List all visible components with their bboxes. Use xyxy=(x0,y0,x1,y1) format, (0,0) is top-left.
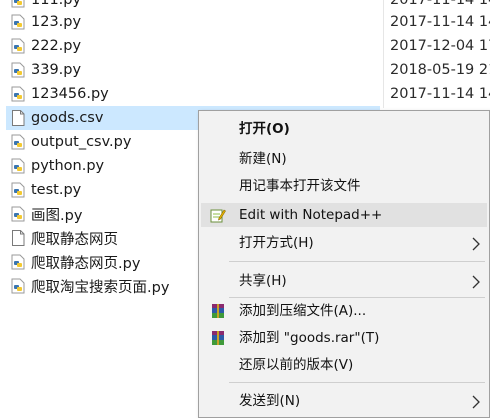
file-row-222-py[interactable]: 222.py 2017-12-04 17 xyxy=(0,34,490,58)
menu-item-label: 还原以前的版本(V) xyxy=(239,357,354,373)
file-row-339-py[interactable]: 339.py 2018-05-19 21 xyxy=(0,58,490,82)
file-name: 339.py xyxy=(31,62,82,78)
file-name: 爬取静态网页.py xyxy=(31,255,141,272)
python-file-icon xyxy=(10,0,26,8)
file-date: 2018-05-19 21 xyxy=(390,62,490,78)
file-name: python.py xyxy=(31,158,105,174)
file-date: 2017-12-04 17 xyxy=(390,38,490,54)
python-file-icon xyxy=(10,86,26,102)
python-file-icon xyxy=(10,206,26,222)
menu-item-new[interactable]: 新建(N) xyxy=(201,147,487,171)
notepadpp-icon xyxy=(210,207,226,223)
file-date: 2017-11-14 14 xyxy=(390,14,490,30)
python-file-icon xyxy=(10,62,26,78)
file-name-cell[interactable]: 123.py xyxy=(6,10,380,34)
chevron-right-icon xyxy=(471,274,481,289)
menu-item-share[interactable]: 共享(H) xyxy=(201,269,487,293)
file-name: goods.csv xyxy=(31,110,104,126)
python-file-icon xyxy=(10,254,26,270)
chevron-right-icon xyxy=(471,236,481,251)
file-name: test.py xyxy=(31,182,82,198)
file-name-cell[interactable]: 339.py xyxy=(6,58,380,82)
menu-item-label: 共享(H) xyxy=(239,273,287,289)
file-date: 2017-11-14 14 xyxy=(390,86,490,102)
menu-item-add-to-goods-rar[interactable]: 添加到 "goods.rar"(T) xyxy=(201,326,487,350)
menu-item-open[interactable]: 打开(O) xyxy=(201,117,487,141)
menu-item-edit-with-notepadpp[interactable]: Edit with Notepad++ xyxy=(201,203,487,227)
python-file-icon xyxy=(10,38,26,54)
menu-separator xyxy=(229,297,485,298)
python-file-icon xyxy=(10,278,26,294)
file-row-123456-py[interactable]: 123456.py 2017-11-14 14 xyxy=(0,82,490,106)
winrar-icon xyxy=(210,303,226,319)
menu-item-label: Edit with Notepad++ xyxy=(239,207,383,223)
file-name: 爬取静态网页 xyxy=(31,231,118,248)
menu-separator xyxy=(229,382,485,383)
file-name: 爬取淘宝搜索页面.py xyxy=(31,279,170,296)
file-name: 123.py xyxy=(31,14,82,30)
document-file-icon xyxy=(10,110,26,126)
python-file-icon xyxy=(10,158,26,174)
menu-item-label: 打开(O) xyxy=(239,121,290,137)
file-name: 222.py xyxy=(31,38,82,54)
file-name: 111.py xyxy=(31,0,82,8)
menu-item-add-to-archive[interactable]: 添加到压缩文件(A)... xyxy=(201,299,487,323)
menu-item-open-with-notepad[interactable]: 用记事本打开该文件 xyxy=(201,174,487,198)
python-file-icon xyxy=(10,134,26,150)
context-menu: 打开(O) 新建(N) 用记事本打开该文件 Edit with Notepad+… xyxy=(198,110,490,418)
python-file-icon xyxy=(10,14,26,30)
menu-item-send-to[interactable]: 发送到(N) xyxy=(201,389,487,413)
menu-item-open-with[interactable]: 打开方式(H) xyxy=(201,231,487,255)
document-file-icon xyxy=(10,230,26,246)
menu-item-label: 发送到(N) xyxy=(239,393,301,409)
file-name: 画图.py xyxy=(31,207,83,224)
file-row-123-py[interactable]: 123.py 2017-11-14 14 xyxy=(0,10,490,34)
file-name: 123456.py xyxy=(31,86,109,102)
python-file-icon xyxy=(10,182,26,198)
chevron-right-icon xyxy=(471,394,481,409)
menu-item-restore-previous[interactable]: 还原以前的版本(V) xyxy=(201,353,487,377)
menu-item-label: 添加到 "goods.rar"(T) xyxy=(239,330,380,346)
file-name-cell[interactable]: 222.py xyxy=(6,34,380,58)
menu-item-label: 用记事本打开该文件 xyxy=(239,178,361,194)
file-name: output_csv.py xyxy=(31,134,132,150)
menu-item-label: 打开方式(H) xyxy=(239,235,314,251)
menu-item-label: 新建(N) xyxy=(239,151,287,167)
menu-separator xyxy=(229,261,485,262)
menu-item-label: 添加到压缩文件(A)... xyxy=(239,303,367,319)
winrar-icon xyxy=(210,330,226,346)
file-name-cell[interactable]: 123456.py xyxy=(6,82,380,106)
